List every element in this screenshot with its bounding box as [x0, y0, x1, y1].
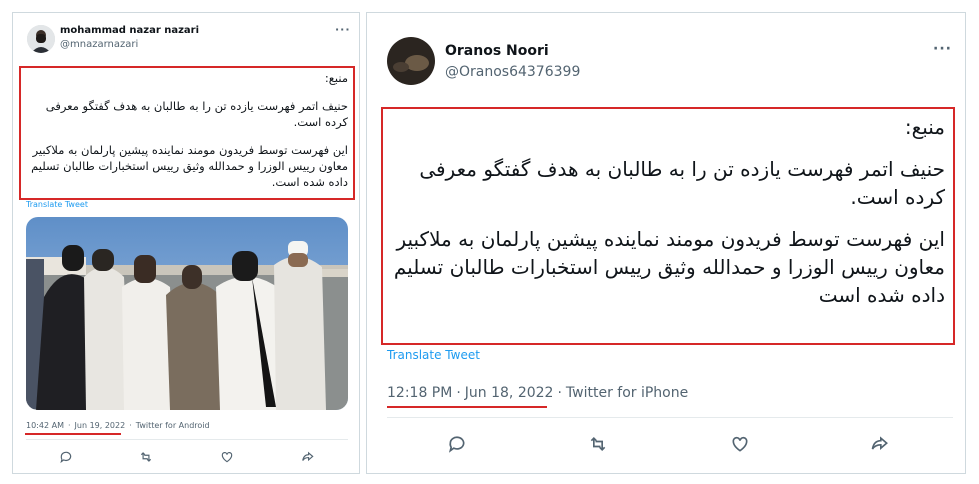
- divider: [387, 417, 953, 418]
- translate-tweet-link[interactable]: Translate Tweet: [26, 200, 88, 209]
- avatar[interactable]: [387, 37, 435, 85]
- tweet-date[interactable]: Jun 19, 2022: [75, 421, 126, 430]
- share-icon[interactable]: [299, 449, 317, 465]
- tweet-date[interactable]: Jun 18, 2022: [465, 385, 554, 401]
- like-icon[interactable]: [728, 433, 752, 455]
- display-name[interactable]: mohammad nazar nazari: [60, 25, 199, 36]
- tweet-text-highlight: منبع: حنیف اتمر فهرست یازده تن را به طال…: [381, 107, 955, 345]
- handle[interactable]: @Oranos64376399: [445, 64, 580, 80]
- date-underline: [387, 406, 547, 408]
- reply-icon[interactable]: [445, 433, 469, 455]
- tweet-meta: 10:42 AM · Jun 19, 2022 · Twitter for Androi…: [26, 421, 210, 430]
- retweet-icon[interactable]: [137, 449, 155, 465]
- tweet-client[interactable]: Twitter for iPhone: [566, 385, 688, 401]
- tweet-paragraph-1: حنیف اتمر فهرست یازده تن را به طالبان به…: [419, 157, 945, 209]
- divider: [26, 439, 348, 440]
- tweet-text-highlight: منبع: حنیف اتمر فهرست یازده تن را به طال…: [19, 66, 355, 200]
- more-options-icon[interactable]: ···: [335, 23, 351, 36]
- tweet-time[interactable]: 10:42 AM: [26, 421, 64, 430]
- source-label: منبع:: [324, 71, 348, 85]
- avatar[interactable]: [27, 25, 55, 53]
- display-name[interactable]: Oranos Noori: [445, 43, 549, 59]
- translate-tweet-link[interactable]: Translate Tweet: [387, 348, 480, 362]
- tweet-client[interactable]: Twitter for Android: [136, 421, 210, 430]
- right-tweet-card: Oranos Noori @Oranos64376399 ··· منبع: ح…: [366, 12, 966, 474]
- source-label: منبع:: [904, 115, 945, 139]
- tweet-time[interactable]: 12:18 PM: [387, 385, 452, 401]
- tweet-meta: 12:18 PM · Jun 18, 2022 · Twitter for iPhone: [387, 385, 689, 401]
- share-icon[interactable]: [868, 433, 892, 455]
- tweet-photo[interactable]: [26, 217, 348, 410]
- tweet-paragraph-2: این فهرست توسط فریدون مومند نماینده پیشی…: [393, 227, 945, 307]
- tweet-paragraph-2: این فهرست توسط فریدون مومند نماینده پیشی…: [31, 143, 348, 189]
- reply-icon[interactable]: [57, 449, 75, 465]
- retweet-icon[interactable]: [586, 433, 610, 455]
- handle[interactable]: @mnazarnazari: [60, 39, 138, 50]
- tweet-paragraph-1: حنیف اتمر فهرست یازده تن را به طالبان به…: [45, 99, 348, 129]
- left-tweet-card: mohammad nazar nazari @mnazarnazari ··· …: [12, 12, 360, 474]
- like-icon[interactable]: [218, 449, 236, 465]
- more-options-icon[interactable]: ···: [933, 41, 952, 57]
- date-underline: [25, 433, 121, 435]
